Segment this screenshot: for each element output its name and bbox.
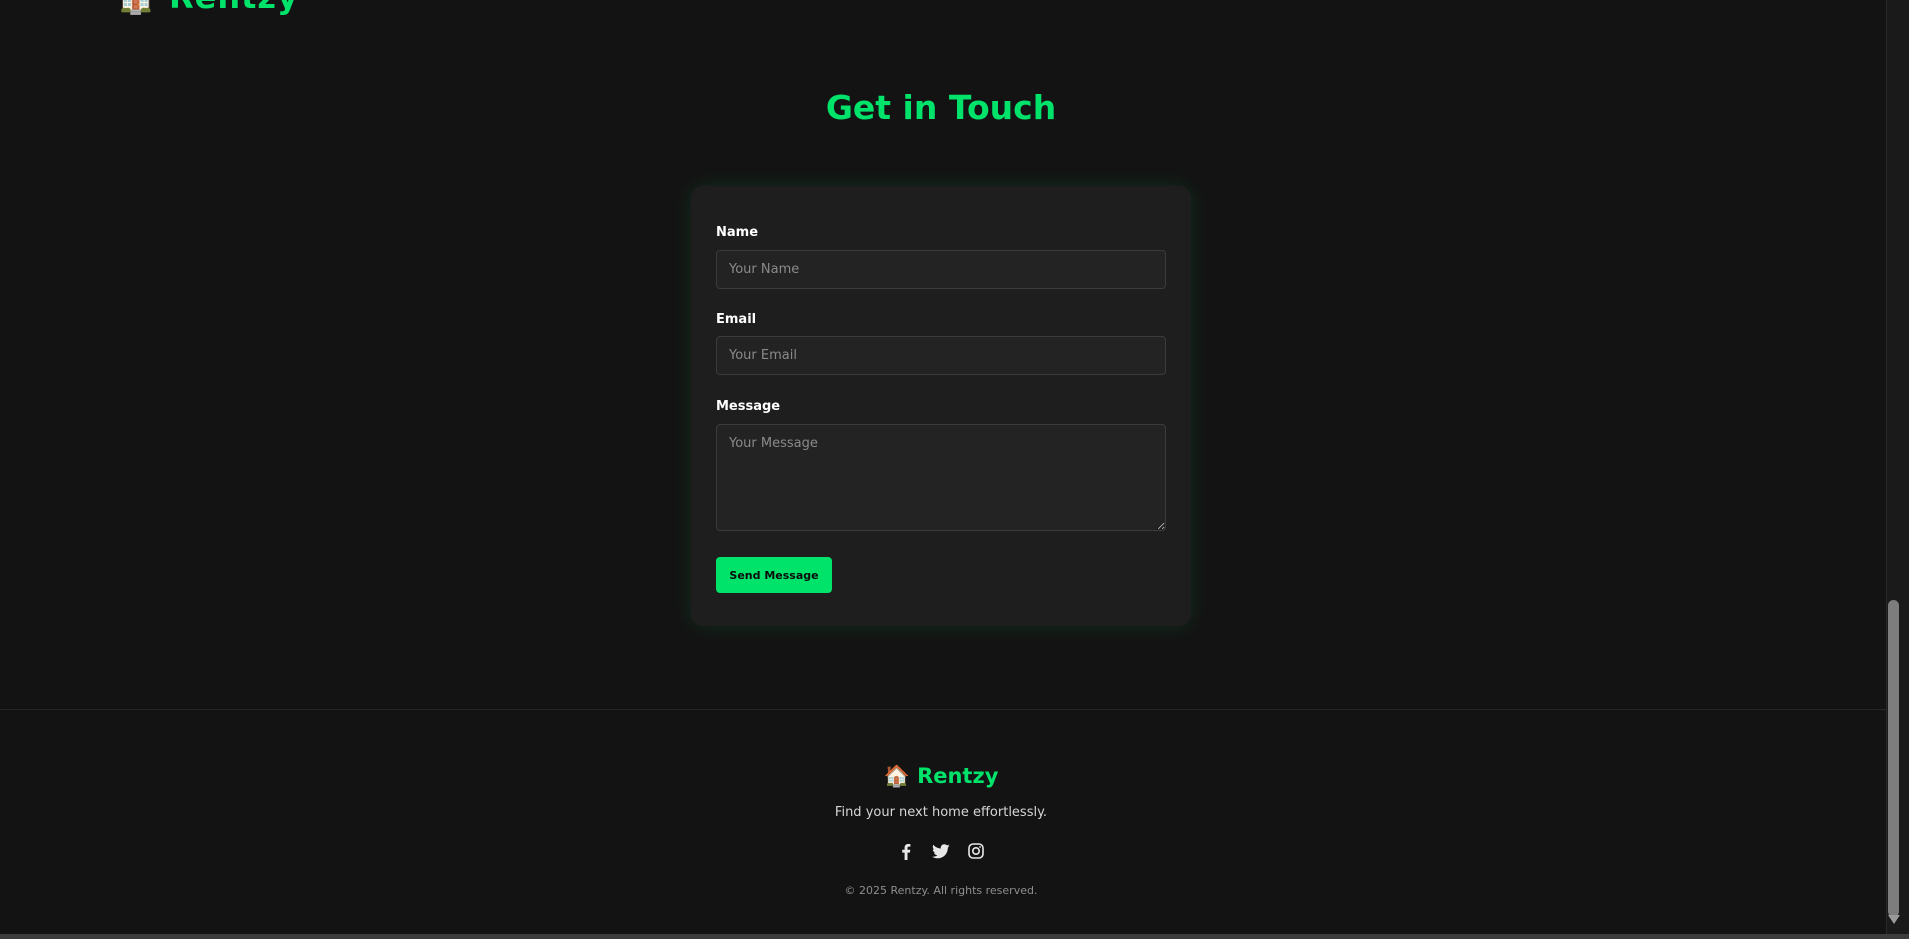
footer-tagline: Find your next home effortlessly. (834, 805, 1048, 820)
page-title: Get in Touch (825, 88, 1057, 127)
footer-divider (0, 709, 1886, 710)
window-bottom-edge (0, 934, 1909, 939)
send-message-button[interactable]: Send Message (716, 557, 832, 593)
name-label: Name (716, 225, 759, 240)
contact-form: Name Email Message Send Message (691, 186, 1191, 626)
scrollbar-thumb[interactable] (1888, 600, 1899, 917)
name-input[interactable] (716, 250, 1166, 289)
copyright: © 2025 Rentzy. All rights reserved. (844, 884, 1038, 897)
twitter-icon[interactable] (932, 842, 950, 860)
email-input[interactable] (716, 336, 1166, 375)
social-links (0, 842, 1882, 860)
page: 🏠 Rentzy Get in Touch Name Email Message… (0, 0, 1909, 939)
scroll-down-arrow-icon[interactable] (1888, 915, 1900, 924)
message-label: Message (716, 399, 781, 414)
footer-brand: 🏠 Rentzy (883, 764, 999, 788)
facebook-icon[interactable] (897, 842, 915, 860)
message-textarea[interactable] (716, 424, 1166, 531)
instagram-icon[interactable] (967, 842, 985, 860)
header-logo[interactable]: 🏠 Rentzy (116, 0, 299, 16)
email-label: Email (716, 312, 757, 327)
